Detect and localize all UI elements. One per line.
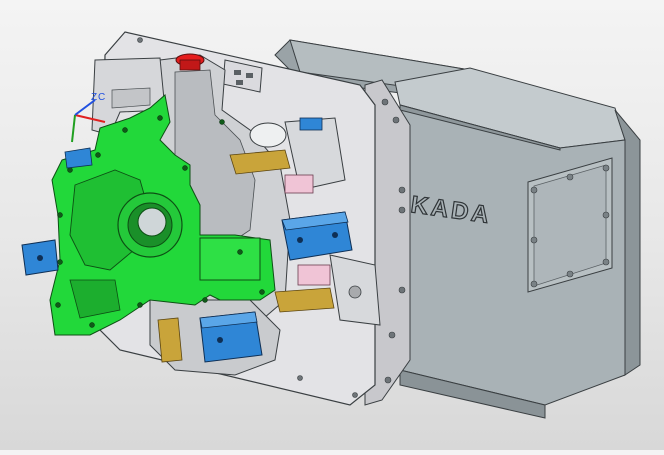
y-axis [71,114,76,143]
blue-clamp-bottom[interactable] [199,311,263,363]
triad-c-label: C [98,92,105,103]
locating-pin-top[interactable] [175,53,205,71]
fixture-assembly-model[interactable]: KADA Z C [0,0,664,450]
cad-graphics-viewport[interactable]: KADA Z C [0,0,664,450]
blue-clamp-top-left[interactable] [64,147,93,169]
triad-z-label: Z [91,92,97,103]
blue-clamp-left[interactable] [21,239,59,276]
brass-arm-bottom[interactable] [157,317,183,363]
